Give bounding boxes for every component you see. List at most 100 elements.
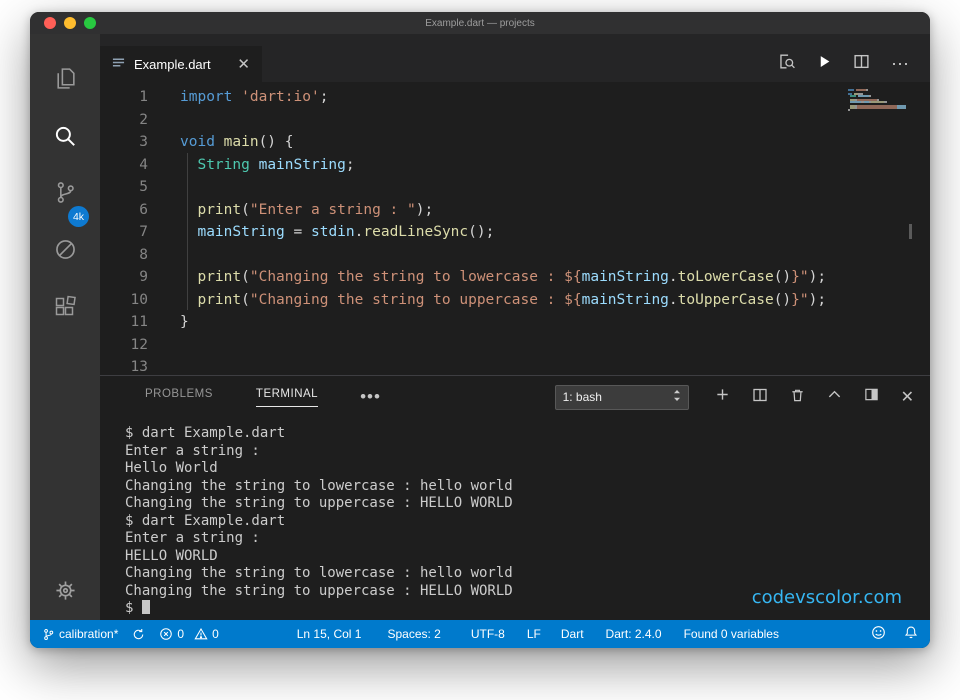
- line-number: 4: [100, 154, 180, 177]
- indentation-status[interactable]: Spaces: 2: [387, 627, 440, 641]
- more-actions-icon[interactable]: ⋯: [891, 54, 910, 75]
- bottom-panel: PROBLEMS TERMINAL ••• 1: bash: [100, 375, 930, 620]
- terminal-line: Enter a string :: [125, 443, 930, 461]
- code-editor[interactable]: 1import 'dart:io';23void main() {4 Strin…: [100, 82, 930, 375]
- code-line: 6 print("Enter a string : ");: [100, 199, 930, 222]
- line-number: 2: [100, 109, 180, 132]
- variables-status[interactable]: Found 0 variables: [684, 627, 779, 641]
- line-number: 3: [100, 131, 180, 154]
- activity-explorer[interactable]: [41, 50, 89, 107]
- activity-source-control[interactable]: 4k: [41, 164, 89, 221]
- editor-lines: 1import 'dart:io';23void main() {4 Strin…: [100, 86, 930, 375]
- panel-header: PROBLEMS TERMINAL ••• 1: bash: [100, 376, 930, 418]
- editor-toolbar: ⋯: [757, 46, 930, 82]
- line-number: 1: [100, 86, 180, 109]
- branch-label: calibration*: [59, 627, 118, 641]
- files-icon: [53, 66, 78, 91]
- search-editor-icon[interactable]: [777, 52, 796, 76]
- panel-more-icon[interactable]: •••: [360, 387, 381, 407]
- minimize-window-button[interactable]: [64, 17, 76, 29]
- editor-scrollbar[interactable]: [909, 224, 912, 239]
- zoom-window-button[interactable]: [84, 17, 96, 29]
- code-line: 3void main() {: [100, 131, 930, 154]
- close-window-button[interactable]: [44, 17, 56, 29]
- code-line: 11}: [100, 311, 930, 334]
- warnings-status[interactable]: 0: [194, 627, 219, 641]
- git-branch-icon: [42, 628, 55, 641]
- code-line: 5: [100, 176, 930, 199]
- activity-debug[interactable]: [41, 221, 89, 278]
- language-status[interactable]: Dart: [561, 627, 584, 641]
- panel-actions: ✕: [715, 387, 914, 408]
- branch-status[interactable]: calibration*: [42, 627, 118, 641]
- debug-disabled-icon: [53, 237, 78, 262]
- line-number: 11: [100, 311, 180, 334]
- tab-bar: Example.dart ✕: [100, 34, 930, 82]
- cursor-position-status[interactable]: Ln 15, Col 1: [297, 627, 362, 641]
- activity-search[interactable]: [41, 107, 89, 164]
- terminal-line: Hello World: [125, 460, 930, 478]
- line-number: 9: [100, 266, 180, 289]
- code-line: 9 print("Changing the string to lowercas…: [100, 266, 930, 289]
- settings-gear-button[interactable]: [53, 578, 78, 608]
- status-bar: calibration* 0 0: [30, 620, 930, 648]
- line-number: 13: [100, 356, 180, 375]
- close-panel-icon[interactable]: ✕: [901, 387, 914, 407]
- terminal[interactable]: $ dart Example.dartEnter a string : Hell…: [100, 418, 930, 620]
- line-number: 5: [100, 176, 180, 199]
- sync-status[interactable]: [132, 628, 145, 641]
- notifications-bell-icon[interactable]: [904, 625, 918, 643]
- terminal-line: Changing the string to lowercase : hello…: [125, 478, 930, 496]
- activity-extensions[interactable]: [41, 278, 89, 335]
- terminal-line: Enter a string :: [125, 530, 930, 548]
- sync-icon: [132, 628, 145, 641]
- kill-terminal-icon[interactable]: [790, 387, 805, 408]
- watermark: codevscolor.com: [752, 589, 902, 607]
- line-number: 12: [100, 334, 180, 357]
- code-line: 4 String mainString;: [100, 154, 930, 177]
- line-number: 8: [100, 244, 180, 267]
- warnings-count: 0: [212, 627, 219, 641]
- shell-select-value: 1: bash: [563, 390, 602, 404]
- search-icon: [52, 123, 78, 149]
- line-number: 7: [100, 221, 180, 244]
- window-title: Example.dart — projects: [425, 18, 535, 29]
- source-control-icon: [53, 180, 78, 205]
- extensions-icon: [53, 295, 77, 319]
- warning-icon: [194, 627, 208, 641]
- activity-bar: 4k: [30, 34, 100, 620]
- updown-arrows-icon: [673, 389, 681, 405]
- split-editor-icon[interactable]: [853, 53, 870, 75]
- terminal-line: Changing the string to uppercase : HELLO…: [125, 495, 930, 513]
- tab-example-dart[interactable]: Example.dart ✕: [100, 46, 262, 82]
- panel-layout-icon[interactable]: [864, 387, 879, 407]
- tab-problems[interactable]: PROBLEMS: [145, 388, 213, 407]
- code-line: 12: [100, 334, 930, 357]
- eol-status[interactable]: LF: [527, 627, 541, 641]
- tab-label: Example.dart: [134, 57, 228, 72]
- terminal-cursor: [142, 600, 150, 614]
- errors-status[interactable]: 0: [159, 627, 184, 641]
- split-terminal-icon[interactable]: [752, 387, 768, 408]
- titlebar[interactable]: Example.dart — projects: [30, 12, 930, 34]
- new-terminal-icon[interactable]: [715, 387, 730, 407]
- sdk-version-status[interactable]: Dart: 2.4.0: [606, 627, 662, 641]
- terminal-shell-select[interactable]: 1: bash: [555, 385, 689, 410]
- tab-terminal[interactable]: TERMINAL: [256, 388, 318, 407]
- code-line: 13: [100, 356, 930, 375]
- code-line: 1import 'dart:io';: [100, 86, 930, 109]
- encoding-status[interactable]: UTF-8: [471, 627, 505, 641]
- tab-close-icon[interactable]: ✕: [237, 57, 250, 72]
- run-icon[interactable]: [817, 54, 832, 74]
- errors-count: 0: [177, 627, 184, 641]
- gear-icon: [53, 590, 78, 607]
- terminal-line: HELLO WORLD: [125, 548, 930, 566]
- feedback-smiley-icon[interactable]: [871, 625, 886, 643]
- error-icon: [159, 627, 173, 641]
- traffic-lights: [44, 17, 96, 29]
- minimap[interactable]: [848, 87, 906, 113]
- code-line: 10 print("Changing the string to upperca…: [100, 289, 930, 312]
- indent-guide: [187, 153, 188, 310]
- terminal-line: Changing the string to lowercase : hello…: [125, 565, 930, 583]
- maximize-panel-icon[interactable]: [827, 387, 842, 407]
